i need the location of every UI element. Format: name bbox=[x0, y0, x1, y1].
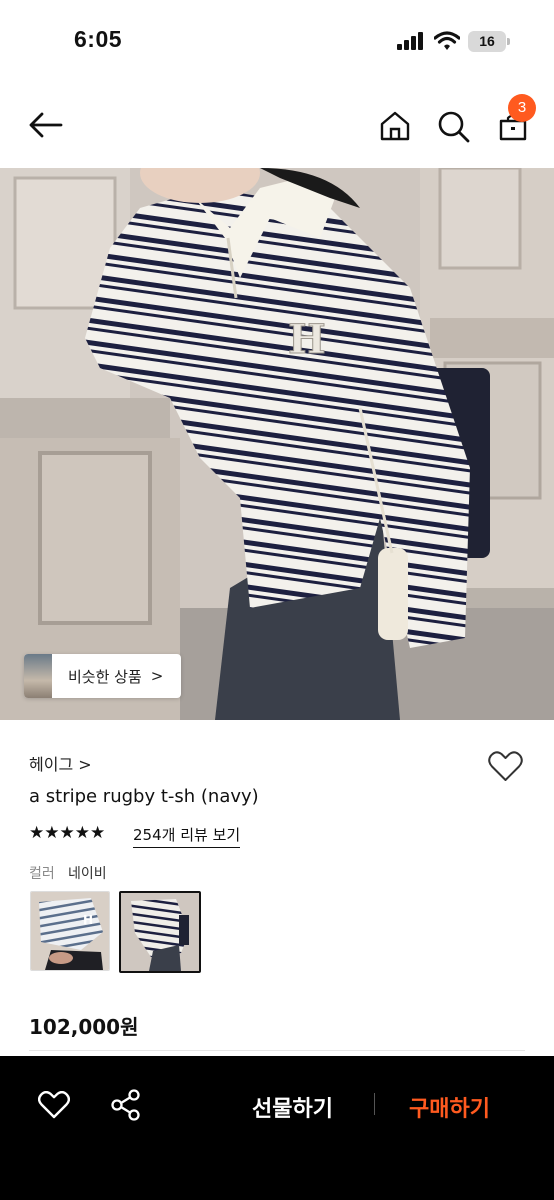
cellular-signal-icon bbox=[397, 32, 423, 50]
color-value: 네이비 bbox=[68, 866, 107, 882]
divider bbox=[29, 1050, 525, 1051]
battery-indicator: 16 bbox=[468, 31, 506, 52]
share-icon[interactable] bbox=[110, 1088, 142, 1122]
back-arrow-icon[interactable] bbox=[27, 111, 63, 139]
product-price: 102,000원 bbox=[29, 1015, 139, 1039]
rating-stars: ★★★★★ bbox=[29, 823, 106, 843]
gift-button[interactable]: 선물하기 bbox=[252, 1091, 333, 1123]
product-image: H bbox=[0, 168, 554, 720]
color-swatch-thumbnail[interactable]: H bbox=[30, 891, 110, 971]
wishlist-heart-icon[interactable] bbox=[38, 1091, 70, 1119]
review-link[interactable]: 254개 리뷰 보기 bbox=[133, 824, 241, 848]
similar-products-label: 비슷한 상품 bbox=[68, 667, 142, 686]
color-label: 컬러 bbox=[29, 866, 55, 882]
svg-text:H: H bbox=[288, 316, 326, 363]
cart-count-badge: 3 bbox=[508, 94, 536, 122]
heart-icon[interactable] bbox=[488, 751, 523, 782]
similar-products-thumbnail bbox=[24, 654, 52, 698]
product-title: a stripe rugby t-sh (navy) bbox=[29, 786, 259, 807]
status-time: 6:05 bbox=[74, 26, 123, 52]
home-icon[interactable] bbox=[379, 110, 411, 142]
battery-tip bbox=[507, 38, 510, 45]
search-icon[interactable] bbox=[437, 110, 471, 144]
buy-button[interactable]: 구매하기 bbox=[409, 1091, 490, 1123]
brand-link[interactable]: 헤이그 > bbox=[29, 751, 92, 775]
chevron-right-icon: > bbox=[150, 667, 164, 685]
button-separator bbox=[374, 1093, 375, 1115]
wifi-icon bbox=[434, 31, 460, 50]
bottom-action-bar bbox=[0, 1056, 554, 1200]
similar-products-button[interactable]: 비슷한 상품 > bbox=[24, 654, 181, 698]
svg-text:H: H bbox=[83, 913, 93, 927]
color-swatch-navy-selected[interactable] bbox=[119, 891, 201, 973]
